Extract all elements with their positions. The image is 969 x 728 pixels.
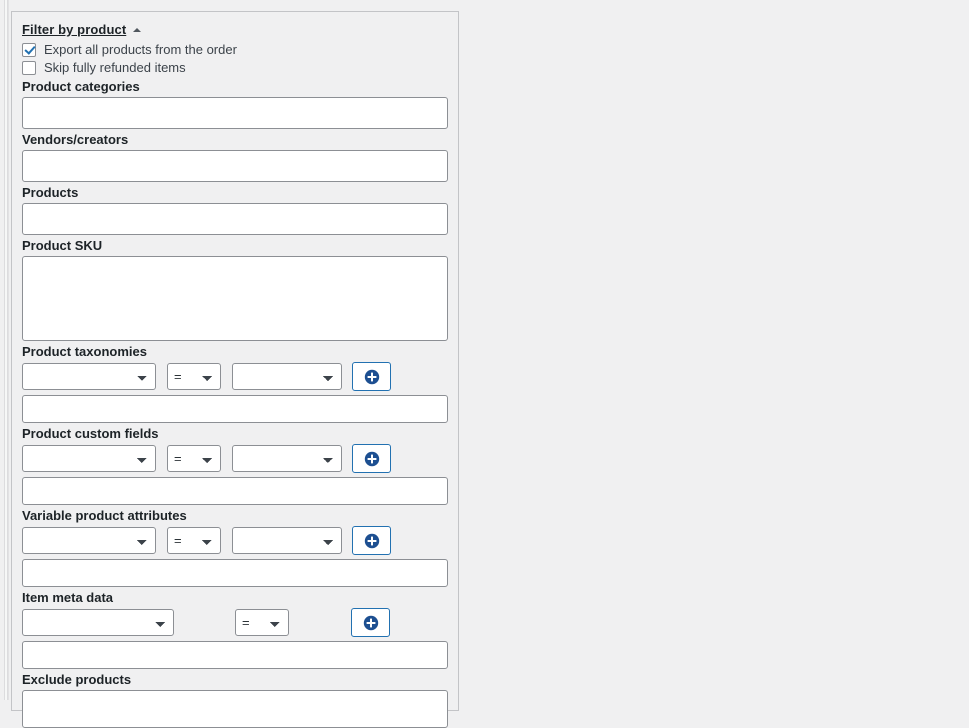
plus-circle-icon — [364, 451, 379, 466]
checkbox-row-skip-fully-refunded[interactable]: Skip fully refunded items — [22, 59, 448, 76]
left-gutter — [0, 0, 9, 700]
label-product-categories: Product categories — [22, 79, 140, 94]
select-custom-field-operator[interactable]: = — [167, 445, 221, 472]
label-product-taxonomies: Product taxonomies — [22, 344, 147, 359]
label-variable-product-attributes: Variable product attributes — [22, 508, 187, 523]
condition-row-item-meta-data: = — [22, 608, 448, 637]
filter-by-product-panel: Filter by product Export all products fr… — [11, 11, 459, 728]
panel-edge-divider — [4, 0, 8, 700]
plus-circle-icon — [363, 615, 378, 630]
input-item-meta-data-extra[interactable] — [22, 641, 448, 669]
plus-circle-icon — [364, 533, 379, 548]
textarea-product-sku[interactable] — [22, 256, 448, 341]
label-product-sku: Product SKU — [22, 238, 103, 253]
select-attribute-key[interactable] — [22, 527, 156, 554]
caret-up-icon[interactable] — [133, 28, 142, 32]
add-item-meta-condition-button[interactable] — [351, 608, 390, 637]
input-product-categories[interactable] — [22, 97, 448, 129]
input-vendors-creators[interactable] — [22, 150, 448, 182]
condition-row-product-custom-fields: = — [22, 444, 448, 473]
checkbox-row-export-all-products[interactable]: Export all products from the order — [22, 41, 448, 58]
select-custom-field-key[interactable] — [22, 445, 156, 472]
checkbox-export-all-products[interactable] — [22, 42, 36, 57]
section-title-filter-by-product[interactable]: Filter by product — [22, 22, 126, 38]
label-product-custom-fields: Product custom fields — [22, 426, 159, 441]
label-products: Products — [22, 185, 79, 200]
checkbox-label-export-all-products: Export all products from the order — [44, 41, 237, 57]
select-attribute-operator[interactable]: = — [167, 527, 221, 554]
input-exclude-products[interactable] — [22, 690, 448, 728]
plus-circle-icon — [364, 369, 379, 384]
select-item-meta-operator[interactable]: = — [235, 609, 289, 636]
condition-row-variable-product-attributes: = — [22, 526, 448, 555]
checkbox-label-skip-fully-refunded-items: Skip fully refunded items — [44, 59, 186, 75]
select-taxonomy-value[interactable] — [232, 363, 342, 390]
input-variable-product-attributes-extra[interactable] — [22, 559, 448, 587]
input-products[interactable] — [22, 203, 448, 235]
select-custom-field-value[interactable] — [232, 445, 342, 472]
add-attribute-condition-button[interactable] — [352, 526, 391, 555]
add-custom-field-condition-button[interactable] — [352, 444, 391, 473]
select-taxonomy-operator[interactable]: = — [167, 363, 221, 390]
add-taxonomy-condition-button[interactable] — [352, 362, 391, 391]
label-item-meta-data: Item meta data — [22, 590, 114, 605]
condition-row-product-taxonomies: = — [22, 362, 448, 391]
label-vendors-creators: Vendors/creators — [22, 132, 129, 147]
label-exclude-products: Exclude products — [22, 672, 132, 687]
checkbox-skip-fully-refunded-items[interactable] — [22, 60, 36, 75]
input-product-taxonomies-extra[interactable] — [22, 395, 448, 423]
input-product-custom-fields-extra[interactable] — [22, 477, 448, 505]
section-header[interactable]: Filter by product — [22, 21, 448, 39]
select-taxonomy-key[interactable] — [22, 363, 156, 390]
select-item-meta-key[interactable] — [22, 609, 174, 636]
select-attribute-value[interactable] — [232, 527, 342, 554]
